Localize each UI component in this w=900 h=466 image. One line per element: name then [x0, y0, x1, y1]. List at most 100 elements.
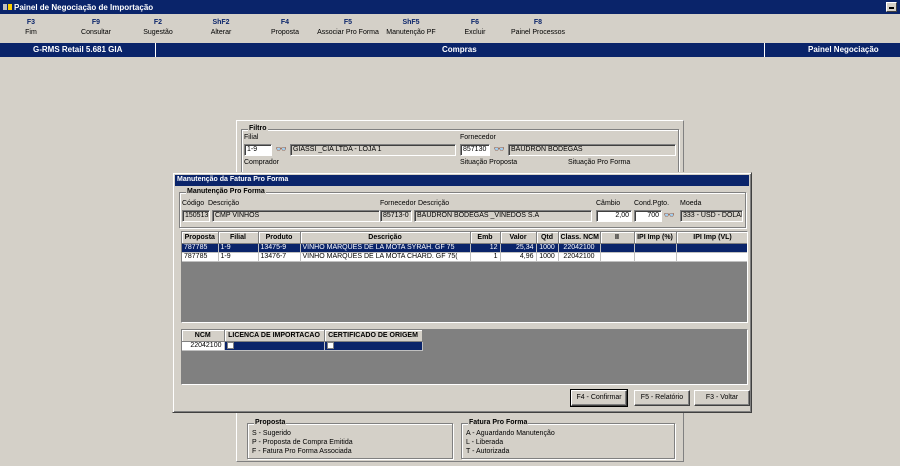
fornecedor-label: Fornecedor	[460, 134, 496, 141]
cell-licenca	[224, 341, 325, 351]
col-ncm[interactable]: NCM	[182, 330, 225, 342]
toolbar-sugestao[interactable]: F2 Sugestão	[140, 19, 176, 36]
cell-emb: 1	[470, 252, 501, 262]
codigo-field: 150513	[182, 210, 210, 222]
ncm-grid-header: NCM LICENCA DE IMPORTACAO CERTIFICADO DE…	[182, 330, 423, 342]
cell-ii	[600, 243, 635, 253]
toolbar-excluir[interactable]: F6 Excluir	[460, 19, 490, 36]
legend-item: S - Sugerido	[252, 430, 291, 437]
cambio-input[interactable]: 2,00	[596, 210, 632, 222]
col-class-ncm[interactable]: Class. NCM	[558, 232, 601, 244]
moeda-field: 333 - USD - DOLAR	[680, 210, 743, 222]
filial-label: Filial	[244, 134, 259, 141]
fornecedor-desc-field: BAUDRON BODEGAS _VINEDOS S.A	[414, 210, 592, 222]
cell-produto: 13476-7	[258, 252, 301, 262]
filtro-title: Filtro	[248, 125, 268, 132]
col-ii[interactable]: II	[600, 232, 635, 244]
col-proposta[interactable]: Proposta	[182, 232, 219, 244]
cell-ncm: 22042100	[558, 252, 601, 262]
ncm-grid: NCM LICENCA DE IMPORTACAO CERTIFICADO DE…	[181, 329, 748, 385]
legend-fatura-title: Fatura Pro Forma	[468, 419, 529, 426]
cell-descricao: VINHO MARQUES DE LA MOTA CHARD. GF 75(	[300, 252, 471, 262]
toolbar-fim[interactable]: F3 Fim	[20, 19, 42, 36]
certificado-checkbox[interactable]	[326, 341, 334, 349]
col-descricao[interactable]: Descrição	[300, 232, 471, 244]
module-name: Compras	[442, 45, 477, 54]
cell-filial: 1-9	[218, 252, 259, 262]
minimize-button[interactable]	[886, 2, 897, 12]
system-version: G-RMS Retail 5.681 GIA	[33, 45, 123, 54]
fornecedor-code-input[interactable]: 857130	[460, 144, 490, 156]
toolbar-painel-processos[interactable]: F8 Painel Processos	[508, 19, 568, 36]
cell-ncm: 22042100	[182, 341, 225, 351]
toolbar-alterar[interactable]: ShF2 Alterar	[205, 19, 237, 36]
cell-valor: 4,96	[500, 252, 537, 262]
col-emb[interactable]: Emb	[470, 232, 501, 244]
cell-descricao: VINHO MARQUES DE LA MOTA SYRAH. GF 75	[300, 243, 471, 253]
legend-proposta-group: Proposta S - Sugerido P - Proposta de Co…	[247, 419, 453, 459]
items-grid: Proposta Filial Produto Descrição Emb Va…	[181, 231, 748, 323]
cond-label: Cond.Pgto.	[634, 200, 670, 207]
fornecedor-desc-label: Descrição	[418, 200, 450, 207]
relatorio-button[interactable]: F5 - Relatório	[634, 390, 690, 406]
band-divider	[155, 43, 156, 57]
fornecedor-field: 85713-0	[380, 210, 412, 222]
col-filial[interactable]: Filial	[218, 232, 259, 244]
confirmar-button[interactable]: F4 - Confirmar	[570, 389, 628, 407]
col-certificado[interactable]: CERTIFICADO DE ORIGEM	[324, 330, 423, 342]
legend-item: T - Autorizada	[466, 448, 510, 455]
descricao-label: Descrição	[208, 200, 240, 207]
col-ipi-vl[interactable]: IPI Imp (VL)	[676, 232, 747, 244]
dialog-title: Manutenção da Fatura Pro Forma	[175, 175, 749, 186]
cell-valor: 25,34	[500, 243, 537, 253]
function-key-toolbar: F3 Fim F9 Consultar F2 Sugestão ShF2 Alterar…	[0, 14, 900, 42]
comprador-label: Comprador	[244, 159, 280, 166]
situacao-proposta-label: Situação Proposta	[460, 159, 518, 166]
cell-filial: 1-9	[218, 243, 259, 253]
toolbar-manutencao-pf[interactable]: ShF5 Manutenção PF	[384, 19, 438, 36]
cambio-label: Câmbio	[596, 200, 621, 207]
col-licenca[interactable]: LICENCA DE IMPORTACAO	[224, 330, 325, 342]
table-row[interactable]: 787785 1-9 13476-7 VINHO MARQUES DE LA M…	[182, 252, 747, 262]
cell-ncm: 22042100	[558, 243, 601, 253]
window-titlebar: Painel de Negociação de Importação	[0, 0, 900, 14]
module-band: G-RMS Retail 5.681 GIA Compras Painel Ne…	[0, 43, 900, 57]
situacao-pf-label: Situação Pro Forma	[568, 159, 631, 166]
cell-ipi-pct	[634, 243, 677, 253]
binoculars-icon[interactable]: 👓	[275, 144, 288, 155]
col-ipi-pct[interactable]: IPI Imp (%)	[634, 232, 677, 244]
col-valor[interactable]: Valor	[500, 232, 537, 244]
legend-item: L - Liberada	[466, 439, 504, 446]
binoculars-icon[interactable]: 👓	[663, 210, 676, 221]
toolbar-associar-pro-forma[interactable]: F5 Associar Pro Forma	[316, 19, 380, 36]
toolbar-consultar[interactable]: F9 Consultar	[78, 19, 114, 36]
licenca-checkbox[interactable]	[226, 341, 234, 349]
cell-certificado	[324, 341, 423, 351]
manutencao-group: Manutenção Pro Forma Código Descrição 15…	[179, 188, 746, 228]
filial-name-field: GIASSI _CIA LTDA - LOJA 1	[290, 144, 456, 156]
cell-ii	[600, 252, 635, 262]
voltar-button[interactable]: F3 - Voltar	[694, 390, 750, 406]
moeda-label: Moeda	[680, 200, 702, 207]
screen-name: Painel Negociação	[808, 45, 879, 54]
binoculars-icon[interactable]: 👓	[493, 144, 506, 155]
cell-qtd: 1000	[536, 252, 559, 262]
window-title: Painel de Negociação de Importação	[14, 2, 154, 12]
toolbar-proposta[interactable]: F4 Proposta	[266, 19, 304, 36]
codigo-label: Código	[182, 200, 205, 207]
manutencao-title: Manutenção Pro Forma	[186, 188, 266, 195]
fornecedor-label: Fornecedor	[380, 200, 416, 207]
legend-item: A - Aguardando Manutenção	[466, 430, 555, 437]
cell-ipi-vl	[676, 243, 747, 253]
pro-forma-dialog: Manutenção da Fatura Pro Forma Manutençã…	[172, 172, 752, 413]
table-row[interactable]: 787785 1-9 13475-9 VINHO MARQUES DE LA M…	[182, 243, 747, 253]
table-row[interactable]: 22042100	[182, 341, 423, 351]
filial-code-input[interactable]: 1-9	[244, 144, 272, 156]
cond-pgto-input[interactable]: 700	[634, 210, 662, 222]
cell-produto: 13475-9	[258, 243, 301, 253]
cell-proposta: 787785	[182, 243, 219, 253]
cell-emb: 12	[470, 243, 501, 253]
col-qtd[interactable]: Qtd	[536, 232, 559, 244]
col-produto[interactable]: Produto	[258, 232, 301, 244]
app-icon	[3, 4, 12, 10]
